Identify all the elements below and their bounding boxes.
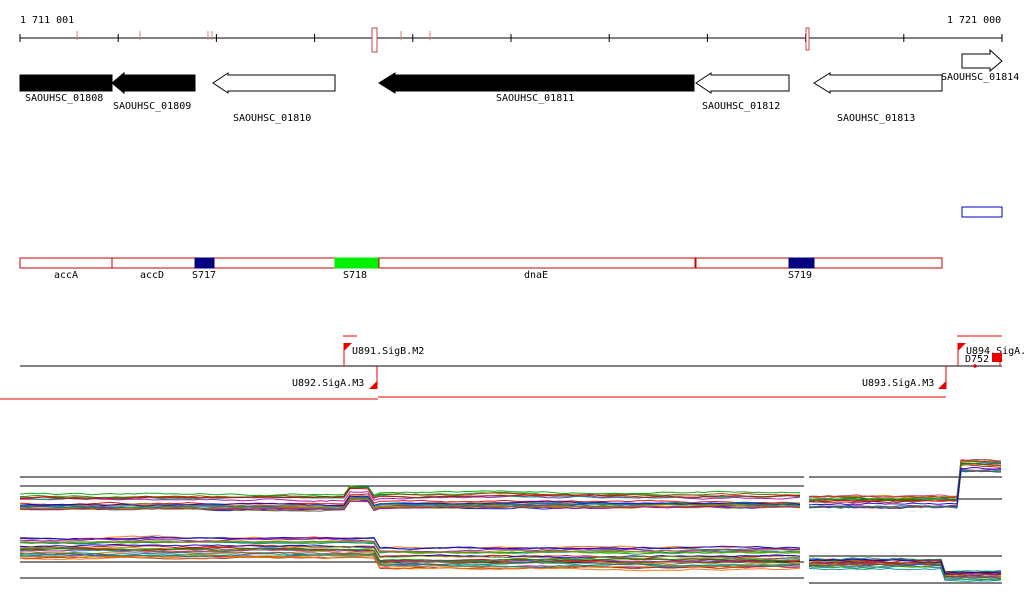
- expression-trace: [808, 469, 1001, 509]
- expression-panel-top-right: [808, 458, 1002, 510]
- expression-trace: [808, 470, 1002, 509]
- feature-label-acca: accA: [54, 270, 78, 281]
- promoter-label-u893: U893.SigA.M3: [862, 378, 934, 389]
- gene-arrow-saouhsc-01810[interactable]: [212, 72, 336, 94]
- gene-arrow-saouhsc-01813[interactable]: [813, 72, 943, 94]
- genome-browser-track-view: 1 711 001 1 721 000 SAOUHSC_01808 SAOUHS…: [0, 15, 1024, 584]
- gene-label-saouhsc-01812: SAOUHSC_01812: [702, 101, 780, 112]
- axis-end-label: 1 721 000: [947, 15, 1001, 26]
- feature-label-s718: S718: [343, 270, 367, 281]
- feature-segment-s717[interactable]: [194, 257, 215, 269]
- promoter-flag-u894[interactable]: [958, 343, 966, 351]
- expression-profiles: [19, 458, 1002, 584]
- coordinate-axis: 1 711 001 1 721 000: [19, 15, 1003, 53]
- expression-trace: [808, 470, 1001, 510]
- feature-segment-s719[interactable]: [788, 257, 815, 269]
- expression-trace: [808, 459, 1002, 499]
- gene-label-saouhsc-01811: SAOUHSC_01811: [496, 93, 574, 104]
- feature-region-accd[interactable]: [111, 257, 336, 269]
- feature-region-dnae[interactable]: [378, 257, 696, 269]
- expression-panel-top-left: [19, 476, 804, 512]
- gene-arrow-saouhsc-01808[interactable]: [19, 74, 113, 92]
- promoter-flag-u893[interactable]: [938, 381, 946, 389]
- promoter-track: U891.SigB.M2 U892.SigA.M3 U893.SigA.M3 U…: [0, 335, 1024, 400]
- gene-arrow-saouhsc-01812[interactable]: [695, 72, 790, 94]
- promoter-label-u891: U891.SigB.M2: [352, 346, 424, 357]
- gene-label-saouhsc-01809: SAOUHSC_01809: [113, 101, 191, 112]
- feature-label-accd: accD: [140, 270, 164, 281]
- promoter-flag-u891[interactable]: [344, 343, 352, 351]
- promoter-flag-u892[interactable]: [369, 381, 377, 389]
- promoter-label-u892: U892.SigA.M3: [292, 378, 364, 389]
- expression-lines: [808, 557, 1002, 582]
- gene-track: SAOUHSC_01808 SAOUHSC_01809 SAOUHSC_0181…: [19, 48, 1019, 124]
- gene-label-saouhsc-01808: SAOUHSC_01808: [25, 93, 103, 104]
- gene-arrow-saouhsc-01814[interactable]: [961, 48, 1003, 73]
- feature-track: accA accD S717 S718 dnaE S719: [19, 257, 943, 281]
- feature-region-acca[interactable]: [19, 257, 113, 269]
- expression-lines: [19, 485, 801, 512]
- feature-label-s719: S719: [788, 270, 812, 281]
- expression-panel-bottom-right: [808, 555, 1002, 584]
- promoter-label-d752: D752: [965, 354, 989, 365]
- feature-segment-s718[interactable]: [334, 257, 379, 269]
- expression-trace: [808, 461, 1002, 501]
- expression-trace: [808, 470, 1002, 509]
- gene-label-saouhsc-01814: SAOUHSC_01814: [941, 72, 1019, 83]
- gene-arrow-saouhsc-01809[interactable]: [111, 71, 196, 95]
- feature-region-right[interactable]: [695, 257, 943, 269]
- expression-lines: [808, 458, 1002, 510]
- expression-panel-bottom-left: [19, 535, 804, 579]
- expression-trace: [808, 462, 1002, 502]
- axis-marks: [76, 27, 810, 53]
- gene-label-saouhsc-01813: SAOUHSC_01813: [837, 113, 915, 124]
- expression-trace: [808, 460, 1002, 499]
- axis-start-label: 1 711 001: [20, 15, 74, 26]
- feature-label-s717: S717: [192, 270, 216, 281]
- feature-label-dnae: dnaE: [524, 270, 548, 281]
- axis-feature-box: [805, 27, 810, 51]
- expression-trace: [808, 461, 1002, 502]
- expression-lines: [19, 535, 801, 572]
- gene-arrow-saouhsc-01811[interactable]: [378, 72, 695, 94]
- unlabeled-feature-box[interactable]: [961, 206, 1003, 218]
- axis-feature-box: [371, 27, 378, 53]
- gene-label-saouhsc-01810: SAOUHSC_01810: [233, 113, 311, 124]
- promoter-box-d752[interactable]: [992, 353, 1002, 362]
